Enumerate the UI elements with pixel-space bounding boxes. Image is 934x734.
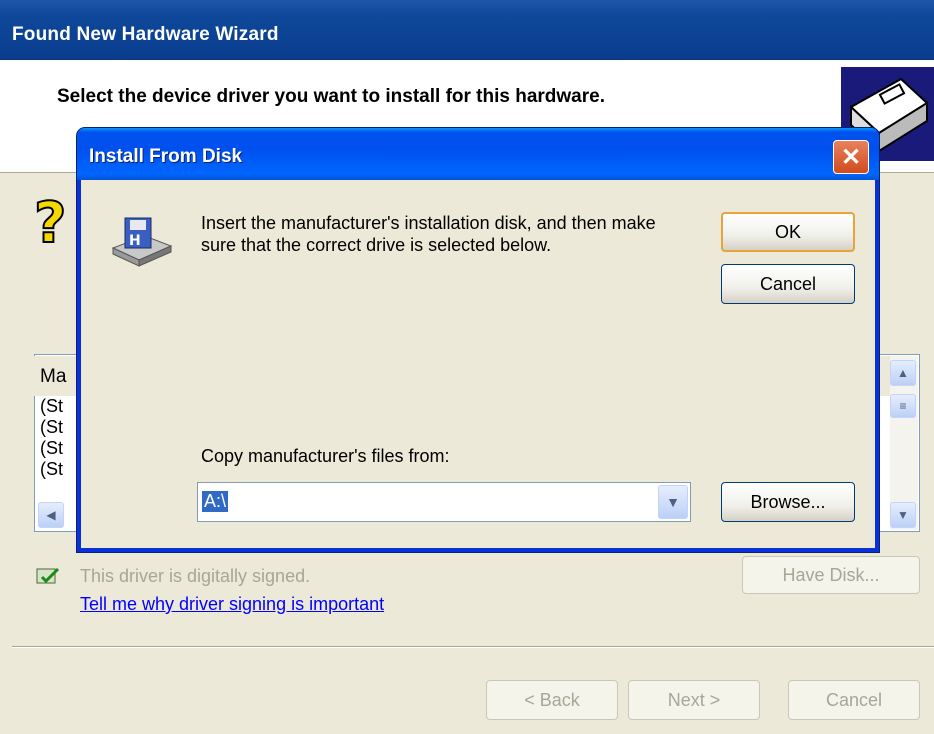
question-icon: ? (33, 190, 67, 254)
back-button[interactable]: < Back (486, 680, 618, 720)
scroll-down-icon[interactable]: ▼ (890, 502, 916, 528)
scroll-left-icon[interactable]: ◀ (38, 502, 64, 528)
install-from-disk-dialog: Install From Disk ✕ H Insert the manufac… (77, 128, 879, 552)
list-item[interactable]: (St (40, 417, 63, 438)
ok-button[interactable]: OK (721, 212, 855, 252)
scroll-thumb[interactable]: ≡ (890, 394, 916, 418)
chevron-down-icon[interactable]: ▼ (658, 485, 688, 519)
wizard-title: Found New Hardware Wizard (12, 24, 279, 45)
copy-files-label: Copy manufacturer's files from: (201, 446, 450, 466)
wizard-cancel-button[interactable]: Cancel (788, 680, 920, 720)
svg-text:?: ? (34, 191, 66, 254)
dialog-titlebar[interactable]: Install From Disk ✕ (77, 128, 879, 180)
list-column-header-label: Ma (40, 366, 67, 387)
cancel-button[interactable]: Cancel (721, 264, 855, 304)
browse-button[interactable]: Browse... (721, 482, 855, 522)
signed-driver-icon (36, 567, 60, 584)
dialog-message: Insert the manufacturer's installation d… (201, 213, 656, 255)
floppy-disk-icon: H (111, 217, 173, 267)
wizard-separator (12, 646, 934, 648)
driver-list-rows: (St (St (St (St (40, 396, 63, 480)
dialog-body: H Insert the manufacturer's installation… (81, 180, 875, 548)
list-item[interactable]: (St (40, 438, 63, 459)
source-path-value[interactable]: A:\ (202, 491, 229, 512)
driver-signing-link[interactable]: Tell me why driver signing is important (80, 594, 384, 615)
wizard-header-title: Select the device driver you want to ins… (57, 86, 605, 107)
close-icon[interactable]: ✕ (833, 140, 869, 174)
wizard-titlebar[interactable]: Found New Hardware Wizard (0, 0, 934, 60)
source-path-combobox[interactable]: A:\ ▼ (197, 482, 691, 522)
signed-status-text: This driver is digitally signed. (80, 566, 311, 586)
svg-text:H: H (129, 233, 141, 249)
next-button[interactable]: Next > (628, 680, 760, 720)
list-item[interactable]: (St (40, 459, 63, 480)
vertical-scrollbar[interactable]: ▲ ≡ ▼ (890, 356, 918, 530)
dialog-title: Install From Disk (89, 146, 243, 167)
scroll-up-icon[interactable]: ▲ (890, 360, 916, 386)
have-disk-button[interactable]: Have Disk... (742, 556, 920, 594)
list-item[interactable]: (St (40, 396, 63, 417)
